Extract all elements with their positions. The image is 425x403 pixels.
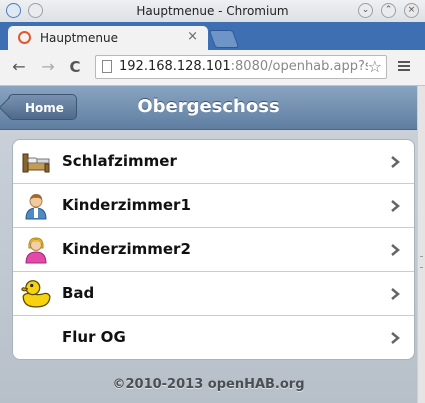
content-area: Schlafzimmer Kinderzimmer1 Kinderzimmer2 [0, 130, 417, 403]
footer-copyright: ©2010-2013 openHAB.org [112, 377, 305, 392]
bookmark-star-icon[interactable]: ☆ [367, 57, 382, 76]
new-tab-button[interactable] [208, 30, 240, 48]
list-item-kinderzimmer1[interactable]: Kinderzimmer1 [13, 184, 414, 228]
url-text[interactable]: 192.168.128.101:8080/openhab.app?sit [119, 59, 380, 74]
back-button[interactable]: ← [8, 56, 30, 78]
rubber-duck-icon [21, 280, 51, 308]
window-titlebar: Hauptmenue - Chromium ⌄ ⌃ × [0, 0, 425, 23]
openhab-favicon-icon [18, 31, 31, 44]
list-item-flur-og[interactable]: Flur OG [13, 316, 414, 359]
girl-icon [25, 237, 47, 264]
address-bar[interactable]: 192.168.128.101:8080/openhab.app?sit ☆ [95, 55, 387, 79]
list-item-label: Flur OG [62, 328, 126, 346]
list-item-label: Kinderzimmer2 [62, 240, 191, 258]
chrome-menu-icon[interactable] [398, 59, 410, 73]
page-title: Obergeschoss [137, 96, 280, 117]
list-item-schlafzimmer[interactable]: Schlafzimmer [13, 140, 414, 184]
list-item-kinderzimmer2[interactable]: Kinderzimmer2 [13, 228, 414, 272]
list-item-label: Schlafzimmer [62, 152, 177, 170]
minimize-button[interactable]: ⌄ [358, 3, 373, 18]
forward-button[interactable]: → [37, 56, 59, 78]
maximize-button[interactable]: ⌃ [381, 3, 396, 18]
room-list: Schlafzimmer Kinderzimmer1 Kinderzimmer2 [12, 139, 415, 360]
boy-icon [25, 194, 47, 220]
tab-strip: Hauptmenue × [0, 22, 425, 50]
scrollbar-grip[interactable] [420, 256, 423, 268]
chevron-right-icon [391, 200, 400, 212]
app-header: Home Obergeschoss [0, 86, 417, 130]
browser-toolbar: ← → C 192.168.128.101:8080/openhab.app?s… [0, 50, 425, 86]
tab-label: Hauptmenue [40, 31, 118, 45]
chevron-right-icon [391, 244, 400, 256]
close-window-button[interactable]: × [404, 3, 419, 18]
list-item-bad[interactable]: Bad [13, 272, 414, 316]
chevron-right-icon [391, 288, 400, 300]
list-item-label: Kinderzimmer1 [62, 196, 191, 214]
page-icon [102, 60, 112, 73]
page-scrollbar[interactable] [417, 86, 425, 403]
reload-button[interactable]: C [64, 56, 86, 78]
list-item-label: Bad [62, 284, 95, 302]
chevron-right-icon [391, 332, 400, 344]
chevron-right-icon [391, 156, 400, 168]
tab-close-icon[interactable]: × [187, 29, 198, 44]
bed-icon [22, 153, 50, 173]
tab-hauptmenue[interactable]: Hauptmenue × [8, 26, 208, 50]
